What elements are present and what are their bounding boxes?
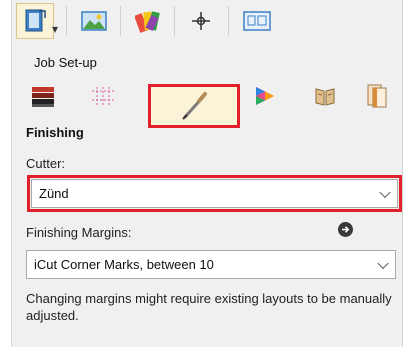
tab-pages[interactable] xyxy=(357,76,397,116)
settings-tabs xyxy=(12,74,402,128)
book-icon xyxy=(315,88,335,106)
display-button[interactable] xyxy=(238,3,276,39)
pages-icon xyxy=(367,84,387,108)
chevron-down-icon xyxy=(377,257,389,269)
highlight-frame xyxy=(27,175,402,212)
arrow-right-circle-icon[interactable] xyxy=(338,222,353,237)
color-swatches-button[interactable] xyxy=(129,3,167,39)
finishing-blade-icon xyxy=(182,92,207,120)
image-button[interactable] xyxy=(75,3,113,39)
finishing-panel: ▾ Job Set-up Finishing Cutter: Zünd Fini… xyxy=(11,0,403,347)
tab-finishing[interactable] xyxy=(148,84,240,128)
color-swatches-icon xyxy=(135,11,160,33)
crosshair-icon xyxy=(192,12,210,30)
group-title: Finishing xyxy=(26,125,84,140)
media-stack-icon xyxy=(32,87,54,107)
tab-media[interactable] xyxy=(20,76,66,116)
job-properties-icon xyxy=(25,9,46,32)
section-label: Job Set-up xyxy=(34,55,97,70)
crosshair-button[interactable] xyxy=(182,3,220,39)
display-icon xyxy=(243,11,271,31)
chevron-down-icon[interactable]: ▾ xyxy=(52,22,58,36)
image-icon xyxy=(81,11,107,31)
finishing-margins-value: iCut Corner Marks, between 10 xyxy=(34,257,214,272)
toolbar-divider xyxy=(66,6,67,36)
grid-icon xyxy=(92,87,114,105)
top-toolbar: ▾ xyxy=(12,0,402,44)
finishing-margins-select[interactable]: iCut Corner Marks, between 10 xyxy=(26,250,396,279)
finishing-margins-label: Finishing Margins: xyxy=(26,225,132,240)
toolbar-divider xyxy=(174,6,175,36)
job-properties-button[interactable] xyxy=(16,3,54,39)
tab-book[interactable] xyxy=(302,76,348,116)
cutter-label: Cutter: xyxy=(26,156,66,171)
margins-note: Changing margins might require existing … xyxy=(26,291,392,323)
toolbar-divider xyxy=(228,6,229,36)
tab-grid[interactable] xyxy=(80,76,126,116)
toolbar-divider xyxy=(120,6,121,36)
tab-color[interactable] xyxy=(242,76,288,116)
color-wheel-icon xyxy=(256,87,274,105)
arrow-right-icon xyxy=(342,226,350,233)
